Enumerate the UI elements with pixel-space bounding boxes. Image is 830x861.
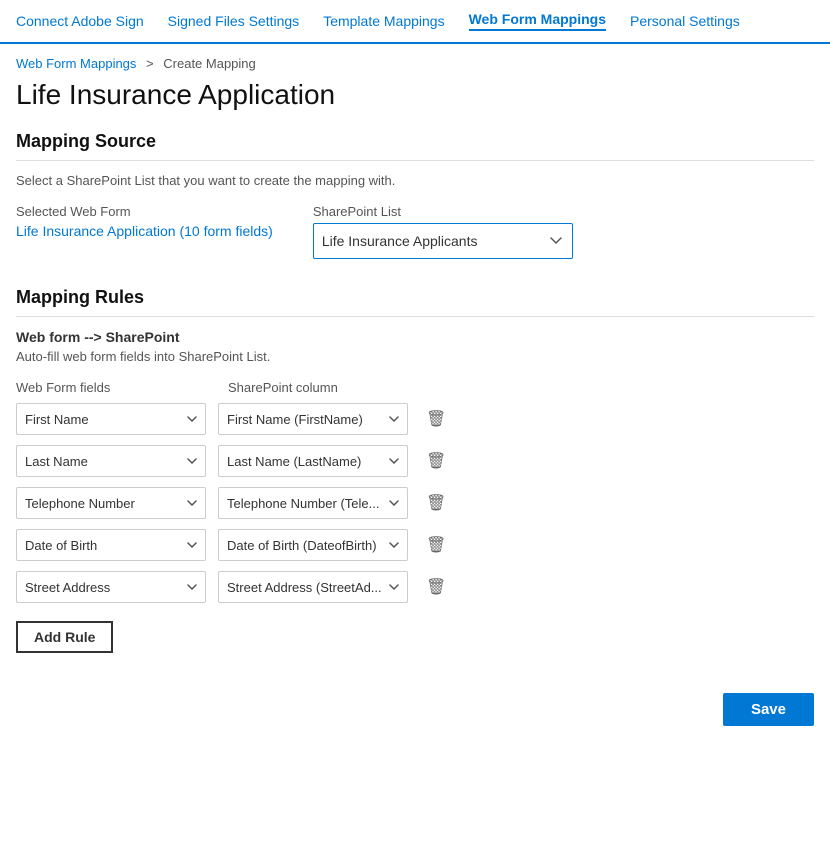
trash-icon: 🗑 bbox=[426, 493, 446, 513]
breadcrumb-parent[interactable]: Web Form Mappings bbox=[16, 56, 136, 71]
auto-fill-label: Auto-fill web form fields into SharePoin… bbox=[16, 349, 814, 364]
sharepoint-column-select-4[interactable]: Date of Birth (DateofBirth) bbox=[218, 529, 408, 561]
delete-rule-button-2[interactable]: 🗑 bbox=[420, 447, 452, 475]
save-button[interactable]: Save bbox=[723, 693, 814, 726]
delete-rule-button-3[interactable]: 🗑 bbox=[420, 489, 452, 517]
nav-personal-settings[interactable]: Personal Settings bbox=[630, 13, 740, 29]
nav-signed-files-settings[interactable]: Signed Files Settings bbox=[168, 13, 300, 29]
sharepoint-list-dropdown[interactable]: Life Insurance Applicants bbox=[313, 223, 573, 259]
table-row: Street Address Street Address (StreetAd.… bbox=[16, 571, 814, 603]
breadcrumb-separator: > bbox=[146, 56, 154, 71]
sharepoint-column-select-2[interactable]: Last Name (LastName) bbox=[218, 445, 408, 477]
breadcrumb-current: Create Mapping bbox=[163, 56, 256, 71]
web-form-col: Selected Web Form Life Insurance Applica… bbox=[16, 204, 273, 239]
mapping-table: Web Form fields SharePoint column First … bbox=[16, 380, 814, 603]
mapping-source-row: Selected Web Form Life Insurance Applica… bbox=[16, 204, 814, 259]
trash-icon: 🗑 bbox=[426, 451, 446, 471]
page-title: Life Insurance Application bbox=[0, 75, 830, 131]
trash-icon: 🗑 bbox=[426, 577, 446, 597]
mapping-header-row: Web Form fields SharePoint column bbox=[16, 380, 814, 395]
sharepoint-list-col: SharePoint List Life Insurance Applicant… bbox=[313, 204, 573, 259]
mapping-source-section: Mapping Source Select a SharePoint List … bbox=[0, 131, 830, 287]
table-row: Telephone Number Telephone Number (Tele.… bbox=[16, 487, 814, 519]
sharepoint-column-select-3[interactable]: Telephone Number (Tele... bbox=[218, 487, 408, 519]
footer-actions: Save bbox=[0, 673, 830, 746]
top-nav: Connect Adobe Sign Signed Files Settings… bbox=[0, 0, 830, 44]
trash-icon: 🗑 bbox=[426, 535, 446, 555]
mapping-rules-title: Mapping Rules bbox=[16, 287, 814, 317]
mapping-rules-section: Mapping Rules Web form --> SharePoint Au… bbox=[0, 287, 830, 673]
mapping-source-title: Mapping Source bbox=[16, 131, 814, 161]
web-form-field-select-5[interactable]: Street Address bbox=[16, 571, 206, 603]
selected-web-form-label: Selected Web Form bbox=[16, 204, 273, 219]
delete-rule-button-1[interactable]: 🗑 bbox=[420, 405, 452, 433]
table-row: First Name First Name (FirstName) 🗑 bbox=[16, 403, 814, 435]
web-form-field-select-4[interactable]: Date of Birth bbox=[16, 529, 206, 561]
sharepoint-column-select-5[interactable]: Street Address (StreetAd... bbox=[218, 571, 408, 603]
sharepoint-column-header: SharePoint column bbox=[228, 380, 428, 395]
web-form-field-select-2[interactable]: Last Name bbox=[16, 445, 206, 477]
web-form-link[interactable]: Life Insurance Application (10 form fiel… bbox=[16, 223, 273, 239]
nav-template-mappings[interactable]: Template Mappings bbox=[323, 13, 444, 29]
add-rule-button[interactable]: Add Rule bbox=[16, 621, 113, 653]
sharepoint-column-select-1[interactable]: First Name (FirstName) bbox=[218, 403, 408, 435]
delete-rule-button-4[interactable]: 🗑 bbox=[420, 531, 452, 559]
web-form-fields-header: Web Form fields bbox=[16, 380, 216, 395]
table-row: Date of Birth Date of Birth (DateofBirth… bbox=[16, 529, 814, 561]
web-form-field-select-1[interactable]: First Name bbox=[16, 403, 206, 435]
table-row: Last Name Last Name (LastName) 🗑 bbox=[16, 445, 814, 477]
mapping-direction-label: Web form --> SharePoint bbox=[16, 329, 814, 345]
delete-rule-button-5[interactable]: 🗑 bbox=[420, 573, 452, 601]
nav-connect-adobe-sign[interactable]: Connect Adobe Sign bbox=[16, 13, 144, 29]
nav-web-form-mappings[interactable]: Web Form Mappings bbox=[469, 11, 606, 31]
web-form-field-select-3[interactable]: Telephone Number bbox=[16, 487, 206, 519]
sharepoint-list-label: SharePoint List bbox=[313, 204, 573, 219]
mapping-source-subtitle: Select a SharePoint List that you want t… bbox=[16, 173, 814, 188]
trash-icon: 🗑 bbox=[426, 409, 446, 429]
breadcrumb: Web Form Mappings > Create Mapping bbox=[0, 44, 830, 75]
